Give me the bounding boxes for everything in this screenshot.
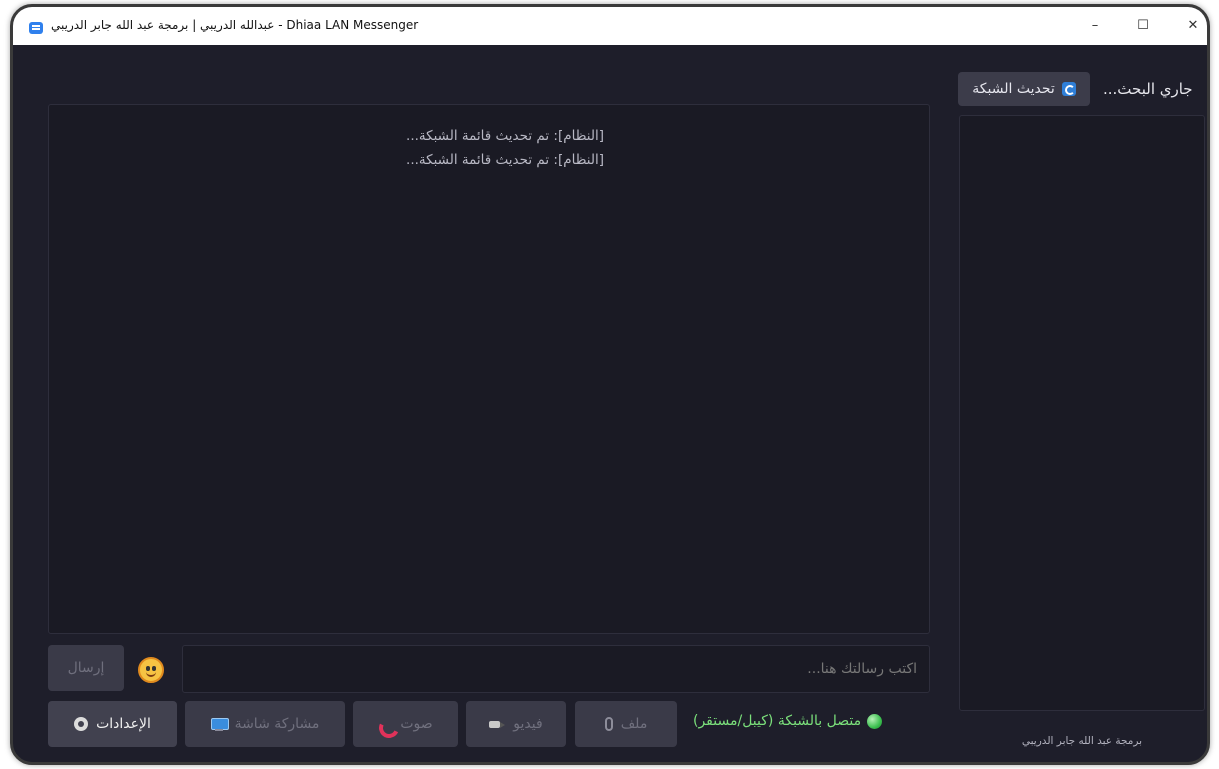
connection-status-text: متصل بالشبكة (كيبل/مستقر) — [693, 713, 862, 729]
minimize-button[interactable]: – — [1075, 13, 1115, 39]
window-title: عبدالله الدريبي | برمجة عبد الله جابر ال… — [51, 18, 419, 32]
close-button[interactable]: ✕ — [1173, 13, 1207, 39]
settings-label: الإعدادات — [96, 716, 151, 732]
chat-messages: [النظام]: تم تحديث قائمة الشبكة... [النظ… — [406, 124, 604, 172]
credit-text: برمجة عبد الله جابر الدريبي — [1021, 735, 1143, 747]
refresh-icon — [1061, 82, 1076, 96]
voice-label: صوت — [400, 716, 433, 732]
app-window: عبدالله الدريبي | برمجة عبد الله جابر ال… — [10, 4, 1210, 765]
send-file-button[interactable]: ملف — [575, 701, 677, 747]
send-button[interactable]: إرسال — [48, 645, 124, 691]
maximize-button[interactable]: ☐ — [1123, 13, 1163, 39]
chat-message: [النظام]: تم تحديث قائمة الشبكة... — [406, 128, 604, 144]
gear-icon — [74, 717, 89, 731]
emoji-smile-icon[interactable] — [138, 657, 164, 683]
monitor-icon — [210, 717, 229, 731]
search-status: جاري البحث... — [1103, 80, 1193, 98]
video-call-button[interactable]: فيديو — [466, 701, 566, 747]
status-indicator-icon — [867, 713, 883, 729]
share-screen-button[interactable]: مشاركة شاشة — [185, 701, 345, 747]
paperclip-icon — [604, 717, 613, 731]
settings-button[interactable]: الإعدادات — [48, 701, 177, 747]
voice-call-button[interactable]: صوت — [353, 701, 458, 747]
refresh-network-button[interactable]: تحديث الشبكة — [958, 72, 1090, 106]
connection-status: متصل بالشبكة (كيبل/مستقر) — [693, 713, 883, 729]
main-content: [النظام]: تم تحديث قائمة الشبكة... [النظ… — [13, 45, 1207, 762]
chat-log[interactable]: [النظام]: تم تحديث قائمة الشبكة... [النظ… — [48, 104, 930, 634]
refresh-label: تحديث الشبكة — [972, 81, 1055, 97]
chat-message: [النظام]: تم تحديث قائمة الشبكة... — [406, 152, 604, 168]
emoji-mouth — [146, 672, 156, 677]
app-logo-icon — [29, 22, 43, 34]
file-label: ملف — [620, 716, 648, 732]
online-users-list[interactable] — [959, 115, 1205, 711]
phone-icon — [378, 717, 392, 731]
title-bar: عبدالله الدريبي | برمجة عبد الله جابر ال… — [13, 7, 1207, 45]
video-label: فيديو — [513, 716, 543, 732]
video-camera-icon — [489, 719, 506, 729]
share-screen-label: مشاركة شاشة — [234, 716, 320, 732]
message-input[interactable]: اكتب رسالتك هنا... — [182, 645, 930, 693]
